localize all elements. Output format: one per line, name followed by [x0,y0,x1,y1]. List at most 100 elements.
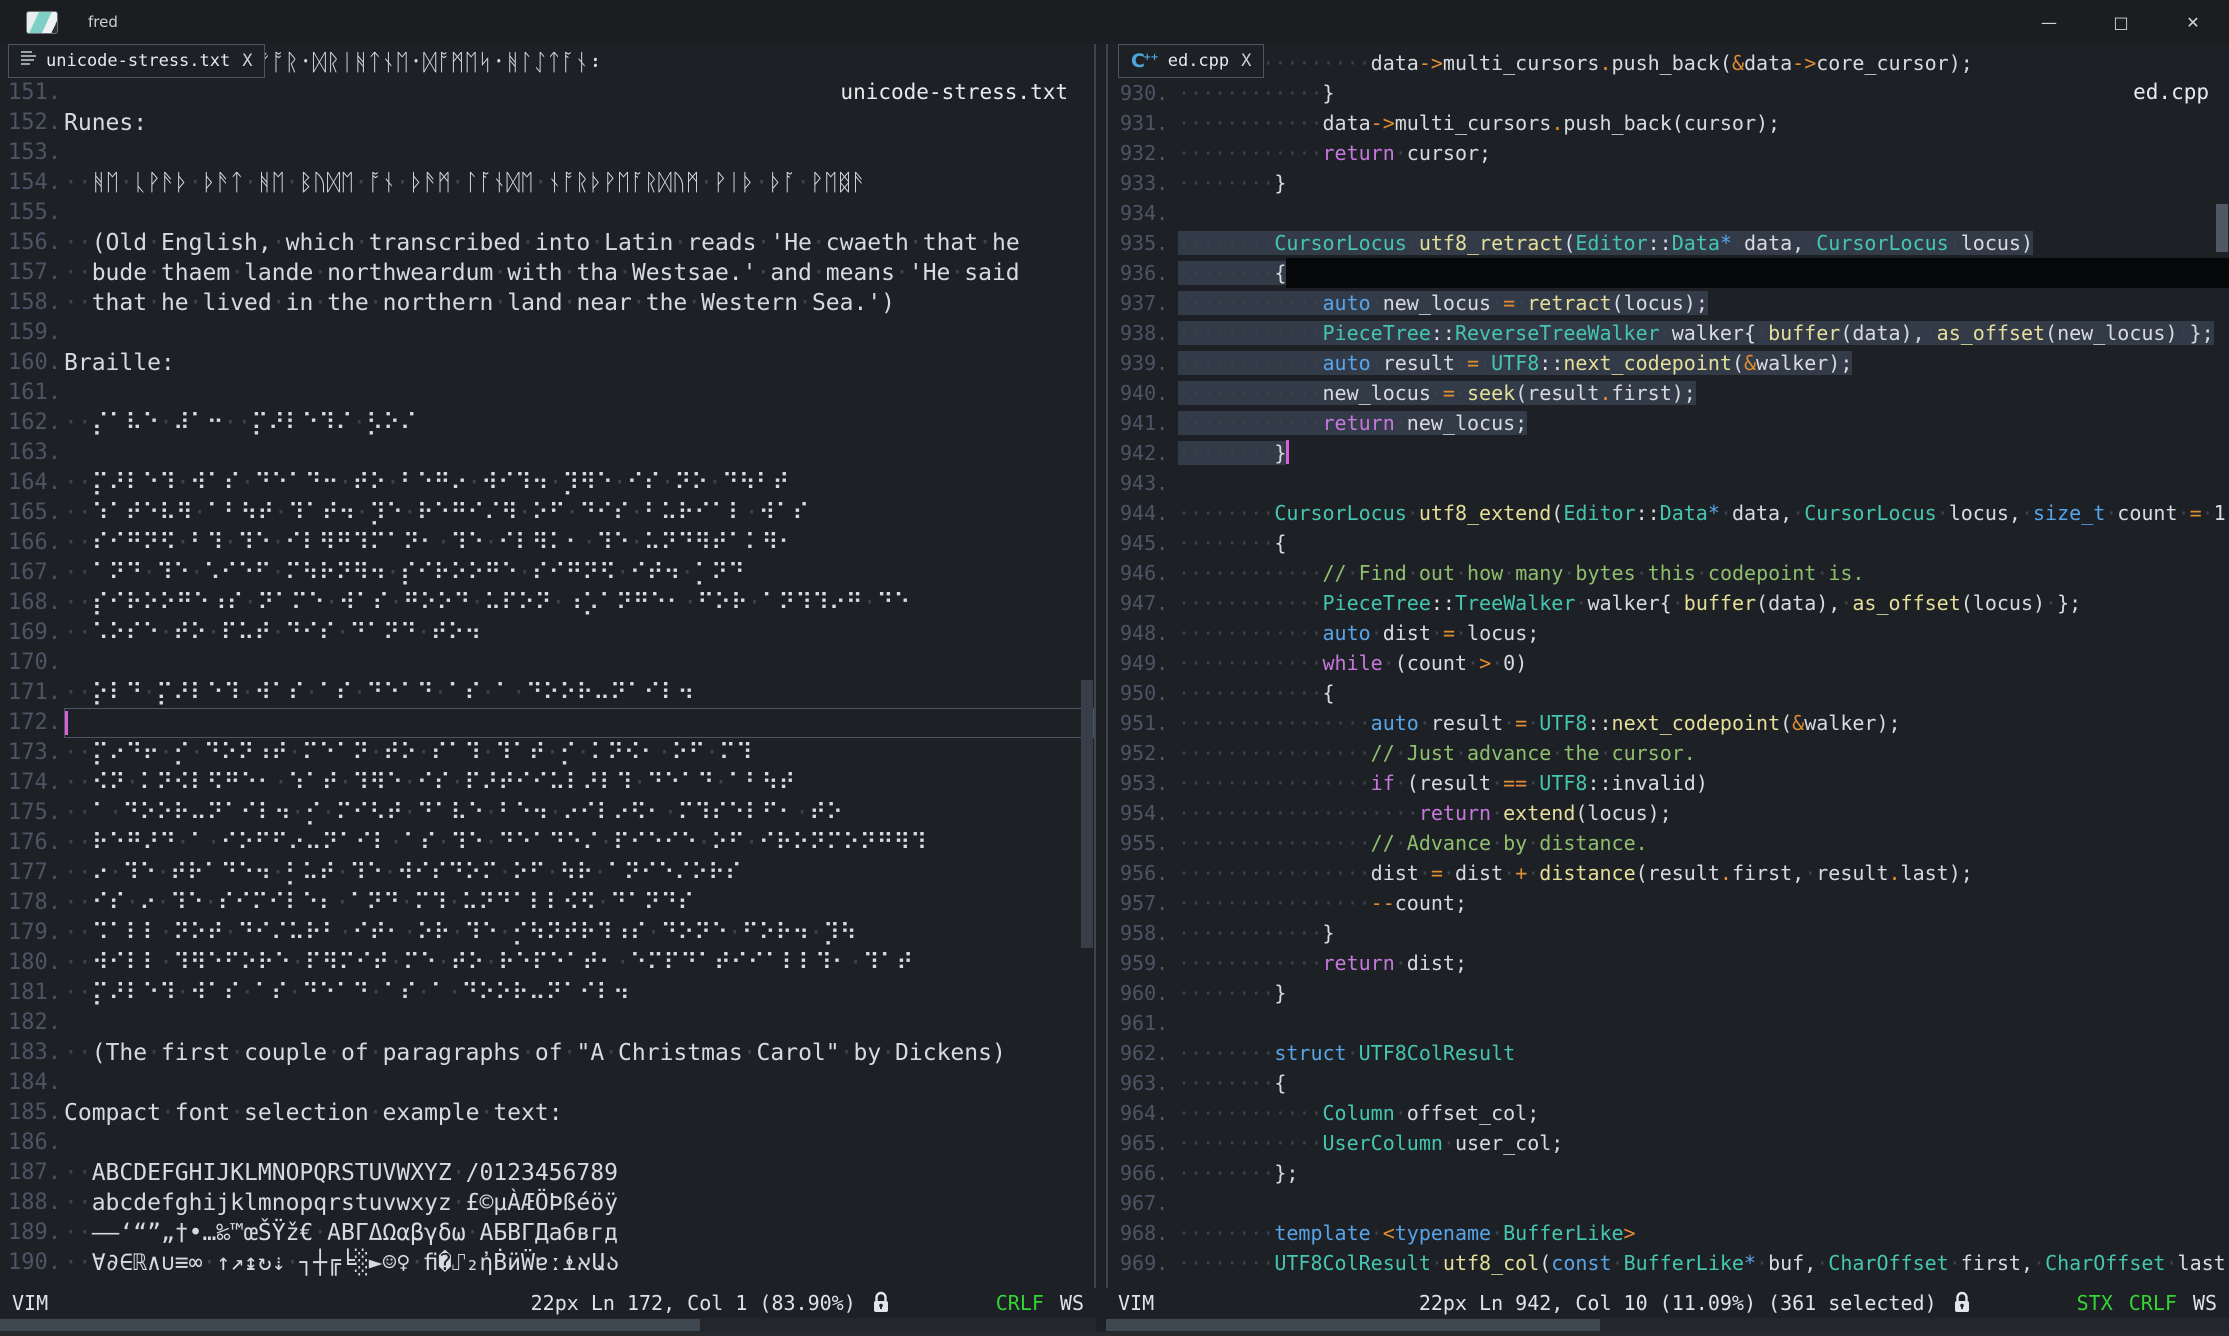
tab-unicode-stress[interactable]: unicode-stress.txt X [8,44,265,78]
code-line[interactable]: 171.··⡕⠇⠙·⡍⠜⠇⠑⠹·⠺⠁⠎·⠁⠎·⠙⠑⠁⠙·⠁⠎·⠁·⠙⠕⠕⠗⠤⠝⠁… [0,678,1094,708]
code-line[interactable]: 959.············return·dist; [1108,948,2229,978]
code-line[interactable]: 954.····················return·extend(lo… [1108,798,2229,828]
code-line[interactable]: 953.················if·(result·==·UTF8::… [1108,768,2229,798]
scrollbar-thumb[interactable] [1106,1319,1600,1331]
code-line[interactable]: 156.··(Old·English,·which·transcribed·in… [0,228,1094,258]
code-line[interactable]: 155. [0,198,1094,228]
code-line[interactable]: 931.············data->multi_cursors.push… [1108,108,2229,138]
code-line[interactable]: 938.············PieceTree::ReverseTreeWa… [1108,318,2229,348]
code-line[interactable]: 157.··bude·thaem·lande·northweardum·with… [0,258,1094,288]
code-line[interactable]: 154.··ᚻᛖ·ᚳᚹᚫᚦ·ᚦᚫᛏ·ᚻᛖ·ᛒᚢᛞᛖ·ᚩᚾ·ᚦᚫᛗ·ᛚᚪᚾᛞᛖ·ᚾ… [0,168,1094,198]
code-line[interactable]: 174.··⠪⠝·⠅⠝⠪⠇⠫⠛⠑⠂·⠱⠁⠞·⠹⠻⠑·⠊⠎·⠏⠜⠞⠊⠊⠥⠇⠜⠇⠹·… [0,768,1094,798]
editor-pane-right[interactable]: 929.················data->multi_cursors.… [1106,44,2229,1288]
code-line[interactable]: 172. [0,708,1094,738]
code-line[interactable]: 184. [0,1068,1094,1098]
code-line[interactable]: 177.··⠔·⠹⠑·⠞⠗⠁⠙⠑⠲·⡃⠥⠞·⠹⠑·⠺⠊⠎⠙⠕⠍·⠕⠋·⠳⠗·⠁⠝… [0,858,1094,888]
tab-close-icon[interactable]: X [1241,51,1251,71]
scrollbar-thumb[interactable] [1081,680,1093,948]
code-line[interactable]: 165.··⠱⠁⠞⠑⠧⠻·⠁⠃⠳⠞·⠹⠁⠞⠲·⡹⠑·⠗⠑⠛⠊⠌⠻·⠕⠋·⠙⠊⠎·… [0,498,1094,528]
minimize-button[interactable]: — [2013,0,2085,44]
horizontal-scrollbar[interactable] [1106,1318,2229,1332]
code-line[interactable]: 179.··⠩⠁⠇⠇·⠝⠕⠞·⠙⠊⠌⠥⠗⠃·⠊⠞⠂·⠕⠗·⠹⠑·⡊⠳⠝⠞⠗⠹⠰⠎… [0,918,1094,948]
code-line[interactable]: 166.··⠎⠊⠛⠝⠫·⠃⠹·⠹⠑·⠊⠇⠻⠛⠹⠍⠁⠝⠂·⠹⠑·⠊⠇⠻⠅⠂·⠹⠑·… [0,528,1094,558]
code-line[interactable]: 946.············//·Find·out·how·many·byt… [1108,558,2229,588]
code-line[interactable]: 189.··–—‘“”„†•…‰™œŠŸž€·ΑΒΓΔΩαβγδω·АБВГДа… [0,1218,1094,1248]
code-line[interactable]: 152.Runes: [0,108,1094,138]
code-line[interactable]: 943. [1108,468,2229,498]
code-line[interactable]: 186. [0,1128,1094,1158]
code-line[interactable]: 175.··⠁·⠙⠕⠕⠗⠤⠝⠁⠊⠇⠲·⡊·⠍⠊⠣⠞·⠙⠁⠧⠑·⠃⠑⠲·⠔⠊⠇⠔⠫… [0,798,1094,828]
code-line[interactable]: 190.··∀∂∈ℝ∧∪≡∞·↑↗↨↻⇣·┐┼╔╘░►☺♀·ﬁ�⑀₂ἠḂӥẄɐː… [0,1248,1094,1278]
code-line[interactable]: 945.········{ [1108,528,2229,558]
code-line[interactable]: 158.··that·he·lived·in·the·northern·land… [0,288,1094,318]
editor-pane-left[interactable]: 150.··ᚷᛁᚠ᛫ᚻᛖ᛫ᚹᛁᛚᛖ᛫ᚠᚩᚱ᛫ᛞᚱᛁᚻᛏᚾᛖ᛫ᛞᚩᛗᛖᛋ᛫ᚻᛚᛇᛏ… [0,44,1096,1288]
code-line[interactable]: 939.············auto·result·=·UTF8::next… [1108,348,2229,378]
code-line[interactable]: 965.············UserColumn·user_col; [1108,1128,2229,1158]
code-line[interactable]: 963.········{ [1108,1068,2229,1098]
code-line[interactable]: 930.············} [1108,78,2229,108]
code-line[interactable]: 933.········} [1108,168,2229,198]
vertical-scrollbar[interactable] [2215,44,2229,1288]
code-line[interactable]: 950.············{ [1108,678,2229,708]
code-line[interactable]: 936.········{ [1108,258,2229,288]
horizontal-scrollbar[interactable] [0,1318,1096,1332]
code-line[interactable]: 962.········struct·UTF8ColResult [1108,1038,2229,1068]
code-line[interactable]: 947.············PieceTree::TreeWalker·wa… [1108,588,2229,618]
code-line[interactable]: 153. [0,138,1094,168]
code-line[interactable]: 182. [0,1008,1094,1038]
code-line[interactable]: 949.············while·(count·>·0) [1108,648,2229,678]
code-line[interactable]: 941.············return·new_locus; [1108,408,2229,438]
code-line[interactable]: 956.················dist·=·dist·+·distan… [1108,858,2229,888]
code-line[interactable]: 188.··abcdefghijklmnopqrstuvwxyz·£©µÀÆÖÞ… [0,1188,1094,1218]
code-line[interactable]: 932.············return·cursor; [1108,138,2229,168]
lock-icon[interactable] [1953,1291,1971,1315]
code-line[interactable]: 964.············Column·offset_col; [1108,1098,2229,1128]
code-line[interactable]: 180.··⠺⠊⠇⠇·⠹⠻⠑⠋⠕⠗⠑·⠏⠻⠍⠊⠞·⠍⠑·⠞⠕·⠗⠑⠏⠑⠁⠞⠂·⠑… [0,948,1094,978]
tab-ed-cpp[interactable]: C++ ed.cpp X [1118,44,1264,78]
scrollbar-thumb[interactable] [0,1319,700,1331]
code-line[interactable]: 176.··⠗⠑⠛⠜⠙·⠁·⠊⠕⠋⠋⠔⠤⠝⠁⠊⠇·⠁⠎·⠹⠑·⠙⠑⠁⠙⠑⠌·⠏⠊… [0,828,1094,858]
code-line[interactable]: 185.Compact·font·selection·example·text: [0,1098,1094,1128]
code-line[interactable]: 173.··⡍⠔⠙⠖·⡊·⠙⠕⠝⠰⠞·⠍⠑⠁⠝·⠞⠕·⠎⠁⠹·⠹⠁⠞·⡊·⠅⠝⠪… [0,738,1094,768]
code-line[interactable]: 181.··⡍⠜⠇⠑⠹·⠺⠁⠎·⠁⠎·⠙⠑⠁⠙·⠁⠎·⠁·⠙⠕⠕⠗⠤⠝⠁⠊⠇⠲ [0,978,1094,1008]
code-line[interactable]: 966.········}; [1108,1158,2229,1188]
code-line[interactable]: 969.········UTF8ColResult·utf8_col(const… [1108,1248,2229,1278]
code-line[interactable]: 955.················//·Advance·by·distan… [1108,828,2229,858]
code-line[interactable]: 957.················--count; [1108,888,2229,918]
code-line[interactable]: 944.········CursorLocus·utf8_extend(Edit… [1108,498,2229,528]
code-line[interactable]: 967. [1108,1188,2229,1218]
code-line[interactable]: 162.··⡌⠁⠧⠑·⠼⠁⠒··⡍⠜⠇⠑⠹⠌·⡣⠕⠌ [0,408,1094,438]
code-line[interactable]: 929.················data->multi_cursors.… [1108,48,2229,78]
code-line[interactable]: 934. [1108,198,2229,228]
code-line[interactable]: 940.············new_locus·=·seek(result.… [1108,378,2229,408]
maximize-button[interactable]: □ [2085,0,2157,44]
code-line[interactable]: 187.··ABCDEFGHIJKLMNOPQRSTUVWXYZ·/012345… [0,1158,1094,1188]
code-line[interactable]: 935.········CursorLocus·utf8_retract(Edi… [1108,228,2229,258]
code-line[interactable]: 164.··⡍⠜⠇⠑⠹·⠺⠁⠎·⠙⠑⠁⠙⠒·⠞⠕·⠃⠑⠛⠔·⠺⠊⠹⠲·⡹⠻⠑·⠊… [0,468,1094,498]
code-line[interactable]: 170. [0,648,1094,678]
code-line[interactable]: 167.··⠁⠝⠙·⠹⠑·⠡⠊⠑⠋·⠍⠳⠗⠝⠻⠲·⡎⠊⠗⠕⠕⠛⠑·⠎⠊⠛⠝⠫·⠊… [0,558,1094,588]
code-line[interactable]: 968.········template·<typename·BufferLik… [1108,1218,2229,1248]
code-line[interactable]: 159. [0,318,1094,348]
code-line[interactable]: 169.··⠡⠕⠎⠑·⠞⠕·⠏⠥⠞·⠙⠊⠎·⠙⠁⠝⠙·⠞⠕⠲ [0,618,1094,648]
scrollbar-thumb[interactable] [2216,204,2228,252]
code-line[interactable]: 961. [1108,1008,2229,1038]
line-text: ················dist·=·dist·+·distance(r… [1178,858,2229,888]
code-line[interactable]: 168.··⡎⠊⠗⠕⠕⠛⠑⠰⠎·⠝⠁⠍⠑·⠺⠁⠎·⠛⠕⠕⠙·⠥⠏⠕⠝·⠰⡡⠁⠝⠛… [0,588,1094,618]
code-line[interactable]: 958.············} [1108,918,2229,948]
vertical-scrollbar[interactable] [1080,44,1094,1288]
code-line[interactable]: 948.············auto·dist·=·locus; [1108,618,2229,648]
code-line[interactable]: 937.············auto·new_locus·=·retract… [1108,288,2229,318]
close-button[interactable]: ✕ [2157,0,2229,44]
lock-icon[interactable] [872,1291,890,1315]
code-line[interactable]: 183.··(The·first·couple·of·paragraphs·of… [0,1038,1094,1068]
tab-close-icon[interactable]: X [242,51,252,71]
code-line[interactable]: 178.··⠊⠎·⠔·⠹⠑·⠎⠊⠍⠊⠇⠑⠆·⠁⠝⠙·⠍⠹·⠥⠝⠙⠁⠇⠇⠪⠫·⠙⠁… [0,888,1094,918]
code-line[interactable]: 160.Braille: [0,348,1094,378]
code-line[interactable]: 942.········} [1108,438,2229,468]
code-line[interactable]: 951.················auto·result·=·UTF8::… [1108,708,2229,738]
code-line[interactable]: 952.················//·Just·advance·the·… [1108,738,2229,768]
code-line[interactable]: 960.········} [1108,978,2229,1008]
code-line[interactable]: 163. [0,438,1094,468]
code-line[interactable]: 161. [0,378,1094,408]
